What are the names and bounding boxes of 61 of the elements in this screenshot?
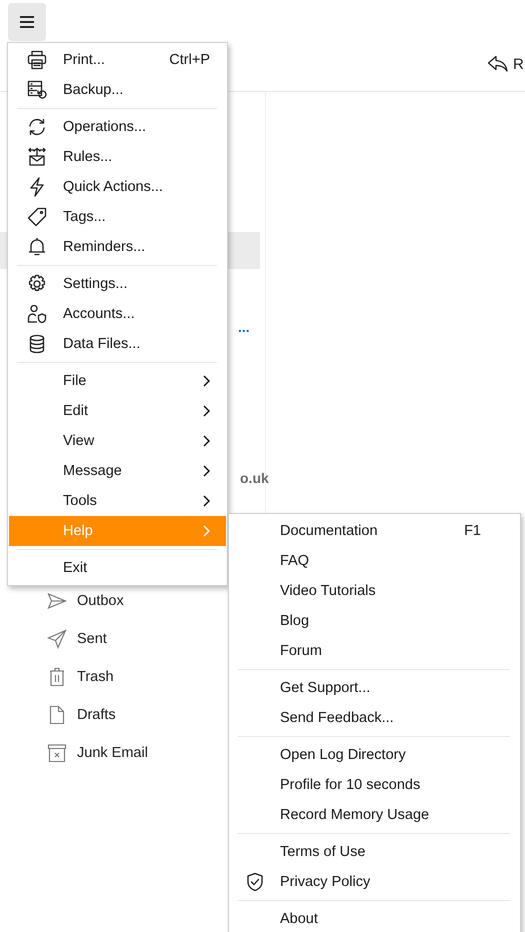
database-icon: [27, 334, 47, 354]
menu-item[interactable]: Exit: [9, 553, 226, 583]
menu-item[interactable]: Tags...: [9, 202, 226, 232]
reply-button[interactable]: R: [487, 55, 525, 73]
tag-icon: [27, 207, 47, 227]
folder-item[interactable]: Sent: [0, 620, 148, 658]
menu-item[interactable]: Terms of Use: [230, 837, 519, 867]
menu-item[interactable]: Privacy Policy: [230, 867, 519, 897]
trash-icon: [47, 667, 67, 687]
menu-item[interactable]: Get Support...: [230, 673, 519, 703]
chevron-right-icon: [202, 375, 210, 387]
chevron-right-icon: [202, 435, 210, 447]
settings-icon: [27, 274, 47, 294]
paper-plane-icon: [47, 591, 67, 611]
menu-item[interactable]: Accounts...: [9, 299, 226, 329]
menu-item[interactable]: Open Log Directory: [230, 740, 519, 770]
envelope-arrows-icon: [27, 147, 47, 167]
chevron-right-icon: [202, 465, 210, 477]
menu-item[interactable]: Tools: [9, 486, 226, 516]
menu-item[interactable]: Backup...: [9, 75, 226, 105]
menu-item[interactable]: View: [9, 426, 226, 456]
chevron-right-icon: [202, 405, 210, 417]
shield-check-icon: [246, 872, 264, 892]
menu-item[interactable]: Reminders...: [9, 232, 226, 262]
menu-item[interactable]: Documentation F1: [230, 516, 519, 546]
send-icon: [47, 629, 67, 649]
reply-arrow-icon: [487, 55, 509, 73]
menu-item[interactable]: Record Memory Usage: [230, 800, 519, 830]
menu-item[interactable]: Operations...: [9, 112, 226, 142]
folder-item[interactable]: Outbox: [0, 582, 148, 620]
sync-icon: [27, 117, 47, 137]
menu-item[interactable]: Message: [9, 456, 226, 486]
menu-item[interactable]: Settings...: [9, 269, 226, 299]
printer-icon: [27, 50, 47, 70]
list-restore-icon: [27, 80, 47, 100]
email-address-text: o.uk: [240, 470, 269, 486]
menu-item[interactable]: About: [230, 904, 519, 932]
menu-item[interactable]: File: [9, 366, 226, 396]
menu-item[interactable]: Send Feedback...: [230, 703, 519, 733]
chevron-right-icon: [202, 495, 210, 507]
bell-icon: [27, 237, 47, 257]
menu-item[interactable]: Video Tutorials: [230, 576, 519, 606]
more-link[interactable]: ...: [238, 319, 250, 335]
menu-button[interactable]: [8, 3, 46, 41]
menu-item[interactable]: Data Files...: [9, 329, 226, 359]
menu-item[interactable]: Rules...: [9, 142, 226, 172]
menu-item[interactable]: Blog: [230, 606, 519, 636]
folder-item[interactable]: Junk Email: [0, 734, 148, 772]
menu-item[interactable]: Profile for 10 seconds: [230, 770, 519, 800]
folder-item[interactable]: Trash: [0, 658, 148, 696]
person-shield-icon: [27, 304, 47, 324]
menu-item[interactable]: Forum: [230, 636, 519, 666]
menu-item[interactable]: FAQ: [230, 546, 519, 576]
menu-item[interactable]: Edit: [9, 396, 226, 426]
folder-item[interactable]: Drafts: [0, 696, 148, 734]
menu-item[interactable]: Quick Actions...: [9, 172, 226, 202]
junk-box-icon: [47, 743, 67, 763]
chevron-right-icon: [202, 525, 210, 537]
menu-icon: [19, 15, 35, 29]
document-icon: [47, 705, 67, 725]
menu-item[interactable]: Print... Ctrl+P: [9, 45, 226, 75]
